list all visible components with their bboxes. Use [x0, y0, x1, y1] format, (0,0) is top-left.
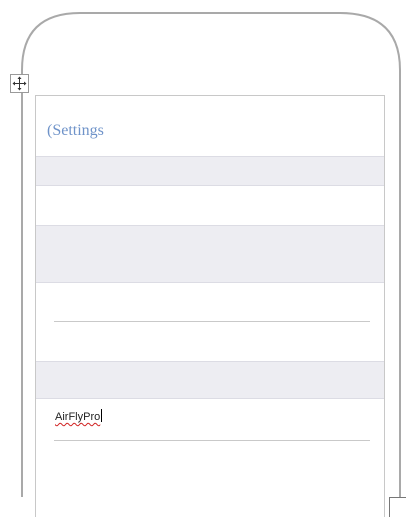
page-corner-mark [389, 497, 406, 517]
settings-screen-table: (Settings AirFlyPro [35, 95, 385, 517]
settings-row[interactable] [36, 186, 384, 226]
title-row: (Settings [36, 96, 384, 157]
section-header-band [36, 226, 384, 283]
section-header-band [36, 362, 384, 399]
section-header-band [36, 157, 384, 186]
wifi-input-row[interactable]: AirFlyPro [36, 399, 384, 518]
move-arrows-icon [12, 76, 27, 91]
wifi-name-value: AirFlyPro [55, 411, 101, 423]
text-field-underline [54, 440, 370, 441]
table-move-handle[interactable] [10, 74, 29, 93]
wifi-name-field[interactable]: AirFlyPro [55, 409, 103, 423]
text-cursor [101, 409, 103, 422]
page-title: (Settings [47, 122, 104, 139]
input-row[interactable] [36, 283, 384, 362]
text-field-underline [54, 321, 370, 322]
